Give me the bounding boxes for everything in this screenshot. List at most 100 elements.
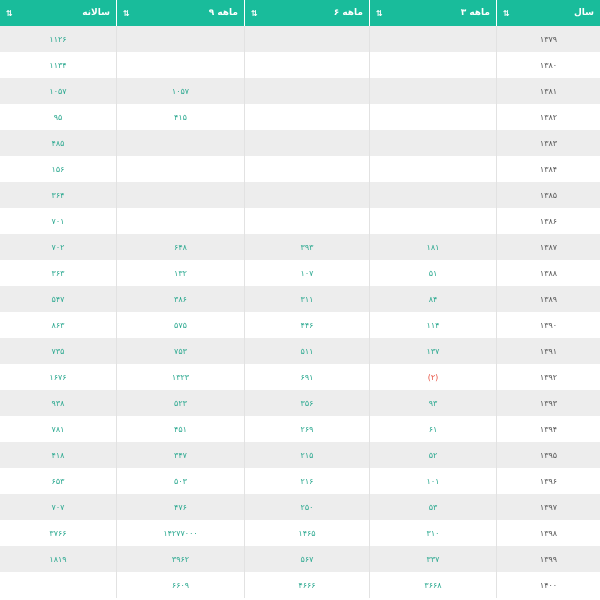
cell-6-month: ۱۴۶۵ [245, 520, 370, 546]
cell-9-month: ۳۴۷ [117, 442, 245, 468]
cell-6-month: ۲۵۰ [245, 494, 370, 520]
cell-9-month: ۴۵۱ [117, 416, 245, 442]
cell-annual: ۹۵ [0, 104, 117, 130]
header-annual[interactable]: سالانه ⇅ [0, 0, 117, 26]
cell-3-month: ۵۳ [370, 494, 497, 520]
table-row: ۱۴۰۰ ۳۶۶۸ ۴۶۶۶ ۶۶۰۹ [0, 572, 600, 598]
table-row: ۱۳۸۱ ۱۰۵۷ ۱۰۵۷ [0, 78, 600, 104]
table-row: ۱۳۸۴ ۱۵۶ [0, 156, 600, 182]
cell-6-month [245, 156, 370, 182]
cell-year: ۱۳۹۱ [539, 346, 558, 356]
cell-annual: ۷۰۱ [0, 208, 117, 234]
cell-year: ۱۳۹۰ [539, 320, 558, 330]
header-year[interactable]: سال ⇅ [497, 0, 600, 26]
cell-9-month: ۵۲۳ [117, 390, 245, 416]
cell-9-month [117, 130, 245, 156]
cell-year: ۱۳۷۹ [539, 34, 558, 44]
cell-6-month: ۳۹۳ [245, 234, 370, 260]
cell-year: ۱۳۹۳ [539, 398, 558, 408]
cell-annual: ۴۸۵ [0, 130, 117, 156]
cell-3-month [370, 156, 497, 182]
cell-annual: ۱۸۱۹ [0, 546, 117, 572]
cell-9-month [117, 26, 245, 52]
cell-year: ۱۳۸۱ [539, 86, 558, 96]
cell-year: ۱۳۸۸ [539, 268, 558, 278]
cell-year: ۱۳۸۶ [539, 216, 558, 226]
cell-6-month: ۳۵۶ [245, 390, 370, 416]
header-3-month-label: ۳ ماهه [460, 8, 490, 18]
sort-icon[interactable]: ⇅ [6, 9, 13, 18]
header-3-month[interactable]: ۳ ماهه ⇅ [370, 0, 497, 26]
cell-9-month: ۳۹۶۲ [117, 546, 245, 572]
sort-icon[interactable]: ⇅ [376, 9, 383, 18]
cell-3-month [370, 104, 497, 130]
cell-3-month: ۱۳۷ [370, 338, 497, 364]
cell-9-month: ۶۶۰۹ [117, 572, 245, 598]
table-row: ۱۳۸۰ ۱۱۳۴ [0, 52, 600, 78]
cell-year: ۱۳۹۶ [539, 476, 558, 486]
cell-3-month: ۸۴ [370, 286, 497, 312]
cell-annual: ۳۶۳ [0, 260, 117, 286]
cell-annual: ۱۰۵۷ [0, 78, 117, 104]
table-row: ۱۳۸۲ ۴۱۵ ۹۵ [0, 104, 600, 130]
cell-3-month: ۵۲ [370, 442, 497, 468]
cell-year: ۱۳۹۹ [539, 554, 558, 564]
cell-9-month: ۱۳۲۳ [117, 364, 245, 390]
cell-6-month: ۵۶۷ [245, 546, 370, 572]
cell-6-month: ۲۱۶ [245, 468, 370, 494]
header-9-month[interactable]: ۹ ماهه ⇅ [117, 0, 245, 26]
cell-3-month: ۹۳ [370, 390, 497, 416]
cell-3-month [370, 52, 497, 78]
cell-annual: ۷۰۲ [0, 234, 117, 260]
cell-6-month [245, 104, 370, 130]
cell-9-month: ۳۸۶ [117, 286, 245, 312]
cell-year: ۱۳۸۵ [539, 190, 558, 200]
sort-icon[interactable]: ⇅ [123, 9, 130, 18]
cell-6-month: ۵۱۱ [245, 338, 370, 364]
cell-annual [0, 572, 117, 598]
cell-annual: ۱۱۳۴ [0, 52, 117, 78]
cell-3-month: (۲) [370, 364, 497, 390]
table-row: ۱۳۹۴ ۶۱ ۲۶۹ ۴۵۱ ۷۸۱ [0, 416, 600, 442]
financial-table: سال ⇅ ۳ ماهه ⇅ ۶ ماهه ⇅ ۹ ماهه ⇅ سالانه … [0, 0, 600, 600]
cell-3-month: ۳۳۷ [370, 546, 497, 572]
cell-3-month: ۱۸۱ [370, 234, 497, 260]
cell-3-month: ۱۱۴ [370, 312, 497, 338]
table-row: ۱۳۷۹ ۱۱۲۶ [0, 26, 600, 52]
cell-year: ۱۳۸۷ [539, 242, 558, 252]
header-annual-label: سالانه [82, 8, 110, 18]
cell-annual: ۳۷۶۶ [0, 520, 117, 546]
cell-9-month: ۵۷۵ [117, 312, 245, 338]
header-year-label: سال [573, 8, 594, 18]
cell-year: ۱۳۹۷ [539, 502, 558, 512]
cell-3-month: ۵۱ [370, 260, 497, 286]
cell-annual: ۳۶۴ [0, 182, 117, 208]
cell-year: ۱۳۸۲ [539, 112, 558, 122]
sort-icon[interactable]: ⇅ [251, 9, 258, 18]
cell-3-month: ۱۰۱ [370, 468, 497, 494]
cell-6-month: ۴۴۶ [245, 312, 370, 338]
cell-9-month: ۴۷۶ [117, 494, 245, 520]
cell-6-month [245, 130, 370, 156]
table-row: ۱۳۹۷ ۵۳ ۲۵۰ ۴۷۶ ۷۰۷ [0, 494, 600, 520]
cell-3-month: ۳۶۶۸ [370, 572, 497, 598]
sort-icon[interactable]: ⇅ [503, 9, 510, 18]
header-6-month-label: ۶ ماهه [333, 8, 363, 18]
header-6-month[interactable]: ۶ ماهه ⇅ [245, 0, 370, 26]
cell-9-month: ۱۴۲۷۷۰۰۰ [117, 520, 245, 546]
cell-3-month: ۶۱ [370, 416, 497, 442]
cell-annual: ۹۳۸ [0, 390, 117, 416]
cell-9-month [117, 208, 245, 234]
cell-year: ۱۳۹۲ [539, 372, 558, 382]
cell-year: ۱۴۰۰ [539, 580, 558, 590]
header-9-month-label: ۹ ماهه [208, 8, 238, 18]
cell-6-month [245, 52, 370, 78]
table-row: ۱۳۸۹ ۸۴ ۳۱۱ ۳۸۶ ۵۴۷ [0, 286, 600, 312]
cell-3-month [370, 182, 497, 208]
cell-9-month: ۶۴۸ [117, 234, 245, 260]
table-row: ۱۳۸۸ ۵۱ ۱۰۷ ۱۳۲ ۳۶۳ [0, 260, 600, 286]
cell-3-month [370, 26, 497, 52]
cell-9-month [117, 182, 245, 208]
table-row: ۱۳۸۵ ۳۶۴ [0, 182, 600, 208]
table-row: ۱۳۸۶ ۷۰۱ [0, 208, 600, 234]
